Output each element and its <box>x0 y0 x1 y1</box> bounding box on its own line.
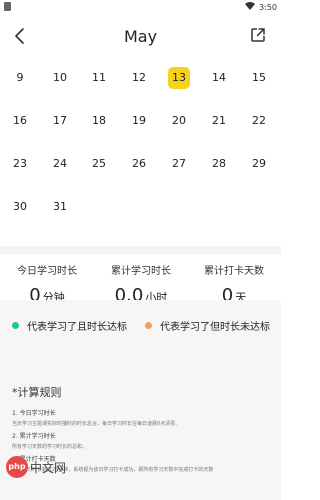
wifi-icon <box>245 2 256 12</box>
study-stats: 今日学习时长 0 分钟 累计学习时长 0.0 小时 累计打卡天数 0天 <box>0 254 281 306</box>
rule-body: 所有学习天数的学习时长的总和。 <box>12 444 88 450</box>
php-logo: php <box>6 456 28 478</box>
calendar-week: 30 31 <box>0 191 281 234</box>
calendar-day[interactable]: 17 <box>49 110 71 132</box>
legend-text: 代表学习了且时长达标 <box>27 322 127 333</box>
calendar-day[interactable]: 12 <box>128 67 150 89</box>
status-bar: 3:50 <box>0 0 281 16</box>
orange-dot-icon <box>145 322 152 329</box>
legend: 代表学习了且时长达标 代表学习了但时长未达标 <box>0 318 281 338</box>
calendar-week: 23 24 25 26 27 28 29 <box>0 148 281 191</box>
calendar-day[interactable]: 15 <box>248 67 270 89</box>
calendar-day[interactable]: 19 <box>128 110 150 132</box>
calendar-day[interactable]: 25 <box>88 153 110 175</box>
share-icon <box>251 28 265 42</box>
calendar-day[interactable]: 21 <box>208 110 230 132</box>
calendar-day[interactable]: 28 <box>208 153 230 175</box>
watermark-logo: php 中文网 <box>6 456 66 478</box>
calendar-day[interactable]: 18 <box>88 110 110 132</box>
watermark-text: 中文网 <box>30 460 67 475</box>
month-title: May <box>123 27 158 46</box>
legend-item-achieved: 代表学习了且时长达标 <box>12 318 127 333</box>
calendar-day[interactable]: 30 <box>9 196 31 218</box>
status-time: 3:50 <box>259 2 277 12</box>
calendar-day[interactable]: 9 <box>9 67 31 89</box>
section-divider <box>0 246 281 254</box>
calendar-grid: 9 10 11 12 13 14 15 16 17 18 19 20 21 22… <box>0 62 281 234</box>
calendar-day[interactable]: 24 <box>49 153 71 175</box>
stat-label: 累计打卡天数 <box>204 266 264 277</box>
calendar-day[interactable]: 16 <box>9 110 31 132</box>
legend-item-not-achieved: 代表学习了但时长未达标 <box>145 318 270 333</box>
legend-text: 代表学习了但时长未达标 <box>160 322 270 333</box>
rule-body: 当天学习主题课实际时播时的时长总合，每日学习时长在每日凌晨0点清零。 <box>12 421 181 427</box>
calendar-day[interactable]: 27 <box>168 153 190 175</box>
header: May <box>0 18 281 56</box>
calendar-week: 9 10 11 12 13 14 15 <box>0 62 281 105</box>
calendar-week: 16 17 18 19 20 21 22 <box>0 105 281 148</box>
calendar-day[interactable]: 14 <box>208 67 230 89</box>
calendar-day[interactable]: 31 <box>49 196 71 218</box>
stat-label: 今日学习时长 <box>17 266 77 277</box>
rule-heading: 2. 累计学习时长 <box>12 433 56 440</box>
calendar-day[interactable]: 29 <box>248 153 270 175</box>
calendar-day[interactable]: 10 <box>49 67 71 89</box>
calendar-day[interactable]: 20 <box>168 110 190 132</box>
green-dot-icon <box>12 322 19 329</box>
calendar-day-selected[interactable]: 13 <box>168 67 190 89</box>
notification-icon <box>4 2 12 14</box>
calendar-day[interactable]: 11 <box>88 67 110 89</box>
share-button[interactable] <box>249 26 267 44</box>
calendar-day[interactable]: 26 <box>128 153 150 175</box>
calendar-day[interactable]: 22 <box>248 110 270 132</box>
calendar-day[interactable]: 23 <box>9 153 31 175</box>
stat-label: 累计学习时长 <box>111 266 171 277</box>
rule-heading: 1. 今日学习时长 <box>12 410 56 417</box>
rules-title: *计算规则 <box>12 386 62 399</box>
